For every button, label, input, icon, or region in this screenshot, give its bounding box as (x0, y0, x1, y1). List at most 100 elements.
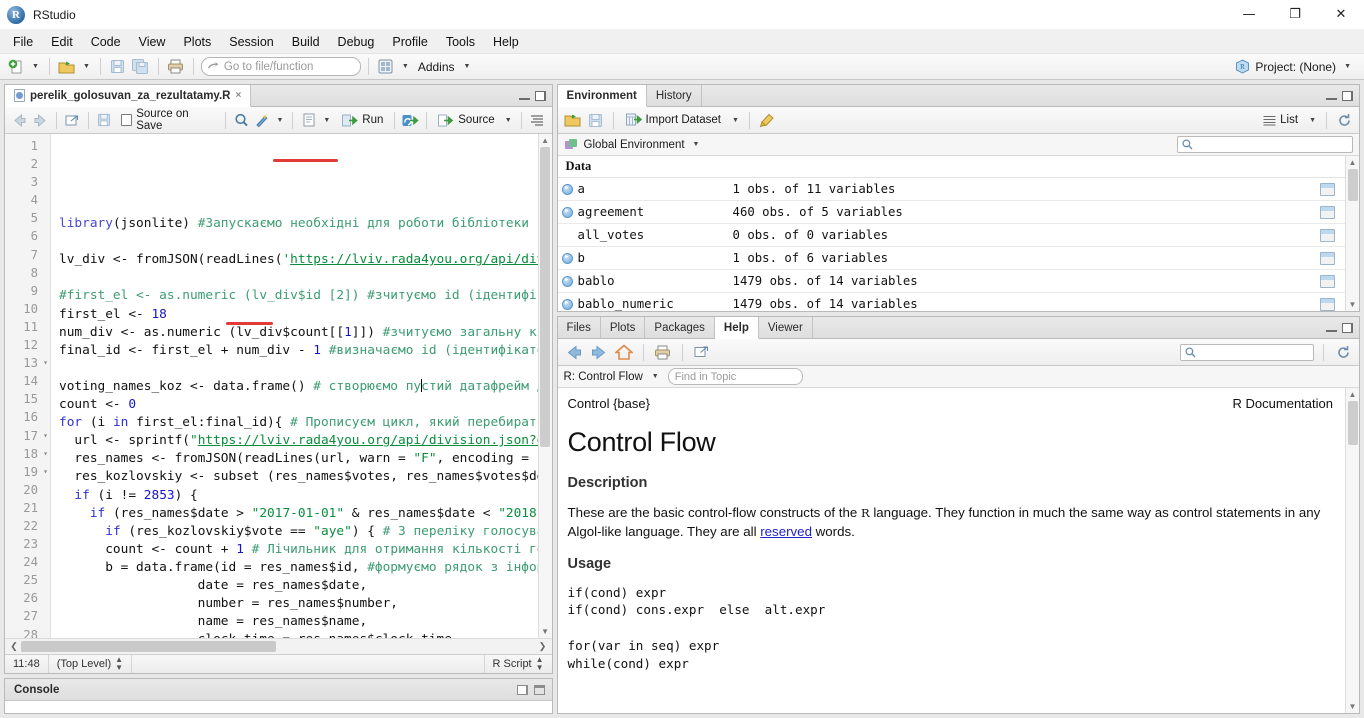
minimize-pane-icon[interactable] (518, 91, 530, 100)
editor-vertical-scrollbar[interactable]: ▲ ▼ (537, 134, 552, 638)
environment-dropdown-icon[interactable]: ▼ (690, 141, 703, 148)
console-tab[interactable]: Console (5, 684, 68, 696)
project-selector[interactable]: R Project: (None) ▼ (1235, 59, 1358, 74)
maximize-pane-icon[interactable] (1342, 322, 1353, 333)
home-icon[interactable] (614, 342, 634, 362)
expand-object-icon[interactable] (558, 275, 578, 287)
expand-object-icon[interactable] (558, 298, 578, 310)
expand-dot-icon[interactable] (562, 206, 574, 218)
tab-help[interactable]: Help (714, 317, 759, 339)
reserved-link[interactable]: reserved (760, 524, 812, 539)
tab-plots[interactable]: Plots (601, 317, 646, 338)
code-fold-icon[interactable]: ▾ (43, 463, 48, 481)
code-fold-icon[interactable]: ▾ (43, 427, 48, 445)
source-button[interactable]: Source (433, 112, 499, 129)
menu-item-tools[interactable]: Tools (437, 32, 484, 52)
import-dataset-button[interactable]: Import Dataset (621, 111, 726, 129)
close-button[interactable]: ✕ (1318, 0, 1364, 30)
scroll-right-icon[interactable]: ❯ (536, 641, 550, 652)
code-fold-icon[interactable]: ▾ (43, 445, 48, 463)
compile-dropdown-icon[interactable]: ▼ (320, 117, 333, 124)
print-icon[interactable] (653, 342, 673, 362)
expand-dot-icon[interactable] (562, 275, 574, 287)
scroll-up-icon[interactable]: ▲ (1349, 158, 1357, 167)
view-data-grid-icon[interactable] (1320, 205, 1335, 219)
save-all-icon[interactable] (131, 57, 151, 77)
source-on-save-checkbox[interactable]: Source on Save (116, 106, 219, 134)
environment-vertical-scrollbar[interactable]: ▲ ▼ (1345, 156, 1359, 311)
list-view-dropdown-icon[interactable]: ▼ (1306, 117, 1319, 124)
environment-row[interactable]: all_votes 0 obs. of 0 variables (557, 224, 1345, 247)
environment-scroll-thumb[interactable] (1347, 169, 1358, 201)
code-fold-icon[interactable]: ▾ (43, 354, 48, 372)
menu-item-build[interactable]: Build (283, 32, 329, 52)
code-tools-dropdown-icon[interactable]: ▼ (273, 117, 286, 124)
tab-files[interactable]: Files (558, 317, 601, 338)
environment-row[interactable]: bablo_numeric 1479 obs. of 14 variables (558, 293, 1345, 311)
editor-horizontal-scrollbar[interactable]: ❮ ❯ (5, 638, 552, 654)
code-tools-icon[interactable] (253, 110, 272, 130)
re-run-icon[interactable] (401, 110, 420, 130)
environment-row[interactable]: bablo 1479 obs. of 14 variables (557, 270, 1345, 293)
help-scroll-thumb[interactable] (1347, 401, 1358, 445)
restore-pane-icon[interactable] (516, 684, 528, 695)
source-dropdown-icon[interactable]: ▼ (502, 117, 515, 124)
source-tab-perelik[interactable]: perelik_golosuvan_za_rezultatamy.R × (5, 85, 252, 107)
project-dropdown-icon[interactable]: ▼ (1341, 63, 1354, 70)
expand-object-icon[interactable] (558, 183, 578, 195)
environment-row[interactable]: b 1 obs. of 6 variables (557, 247, 1345, 270)
menu-item-help[interactable]: Help (484, 32, 528, 52)
tab-environment[interactable]: Environment (557, 85, 647, 107)
menu-item-edit[interactable]: Edit (42, 32, 82, 52)
environment-object-list[interactable]: Data a 1 obs. of 11 variables agreement 460… (557, 156, 1359, 311)
help-search-input[interactable] (1180, 343, 1314, 361)
back-arrow-icon[interactable] (10, 110, 29, 130)
environment-search-input[interactable] (1177, 136, 1353, 153)
menu-item-session[interactable]: Session (220, 32, 282, 52)
open-file-dropdown-icon[interactable]: ▼ (80, 63, 93, 70)
expand-dot-icon[interactable] (562, 298, 574, 310)
tab-viewer[interactable]: Viewer (759, 317, 813, 338)
run-button[interactable]: Run (337, 112, 388, 129)
help-topic-selector-label[interactable]: R: Control Flow (564, 371, 643, 383)
goto-file-function-input[interactable]: Go to file/function (200, 57, 361, 76)
show-in-new-window-icon[interactable] (692, 342, 712, 362)
environment-row[interactable]: a 1 obs. of 11 variables (557, 178, 1345, 201)
refresh-icon[interactable] (1333, 342, 1353, 362)
panes-layout-dropdown-icon[interactable]: ▼ (399, 63, 412, 70)
document-outline-icon[interactable] (528, 110, 547, 130)
help-vertical-scrollbar[interactable]: ▲ ▼ (1345, 388, 1359, 713)
show-in-new-window-icon[interactable] (63, 110, 82, 130)
minimize-pane-icon[interactable] (1326, 323, 1337, 332)
open-folder-icon[interactable] (57, 57, 77, 77)
expand-object-icon[interactable] (558, 206, 578, 218)
save-workspace-icon[interactable] (586, 110, 606, 130)
refresh-icon[interactable] (1334, 110, 1354, 130)
back-arrow-icon[interactable] (564, 342, 584, 362)
minimize-pane-icon[interactable] (1326, 91, 1337, 100)
expand-object-icon[interactable] (558, 252, 578, 264)
scroll-down-icon[interactable]: ▼ (541, 627, 549, 636)
tab-packages[interactable]: Packages (645, 317, 715, 338)
save-icon[interactable] (108, 57, 128, 77)
menu-item-file[interactable]: File (4, 32, 42, 52)
maximize-button[interactable]: ❐ (1272, 0, 1318, 30)
scroll-up-icon[interactable]: ▲ (1349, 390, 1357, 399)
help-topic-dropdown-icon[interactable]: ▼ (649, 373, 662, 380)
expand-dot-icon[interactable] (562, 183, 574, 195)
forward-arrow-icon[interactable] (589, 342, 609, 362)
scroll-down-icon[interactable]: ▼ (1349, 300, 1357, 309)
open-workspace-icon[interactable] (563, 110, 583, 130)
scroll-down-icon[interactable]: ▼ (1349, 702, 1357, 711)
hscroll-track[interactable] (21, 641, 536, 652)
view-data-grid-icon[interactable] (1320, 274, 1335, 288)
maximize-pane-icon[interactable] (1342, 90, 1353, 101)
close-tab-icon[interactable]: × (235, 90, 241, 101)
view-data-grid-icon[interactable] (1320, 297, 1335, 311)
file-type-selector[interactable]: R Script ▲ ▼ (483, 654, 552, 673)
forward-arrow-icon[interactable] (31, 110, 50, 130)
hscroll-thumb[interactable] (21, 641, 276, 652)
expand-dot-icon[interactable] (562, 252, 574, 264)
tab-history[interactable]: History (647, 85, 702, 106)
menu-item-debug[interactable]: Debug (329, 32, 384, 52)
